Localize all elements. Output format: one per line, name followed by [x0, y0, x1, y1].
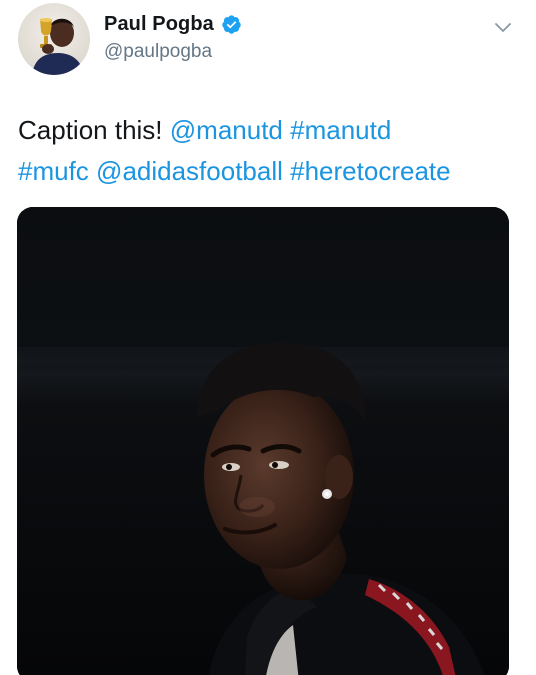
hashtag-heretocreate[interactable]: #heretocreate	[290, 156, 450, 186]
tweet-text: Caption this! @manutd #manutd #mufc @adi…	[18, 110, 523, 192]
mention-adidasfootball[interactable]: @adidasfootball	[96, 156, 283, 186]
tweet-text-line-2: #mufc @adidasfootball #heretocreate	[18, 151, 523, 192]
hashtag-manutd[interactable]: #manutd	[290, 115, 391, 145]
author-handle[interactable]: @paulpogba	[104, 41, 212, 63]
chevron-down-icon	[495, 23, 511, 32]
hashtag-mufc[interactable]: #mufc	[18, 156, 89, 186]
author-name-row: Paul Pogba	[104, 13, 242, 36]
tweet-media-photo[interactable]	[17, 207, 509, 675]
avatar[interactable]	[18, 3, 90, 75]
tweet-text-line-1: Caption this! @manutd #manutd	[18, 110, 523, 151]
tweet-card: Paul Pogba @paulpogba Caption this! @man…	[0, 0, 536, 675]
avatar-image	[18, 3, 90, 75]
mention-manutd[interactable]: @manutd	[170, 115, 283, 145]
display-name[interactable]: Paul Pogba	[104, 13, 214, 36]
photo-image	[17, 207, 509, 675]
tweet-text-plain: Caption this!	[18, 115, 163, 145]
tweet-menu-button[interactable]	[494, 22, 512, 36]
verified-badge-icon	[222, 15, 241, 34]
